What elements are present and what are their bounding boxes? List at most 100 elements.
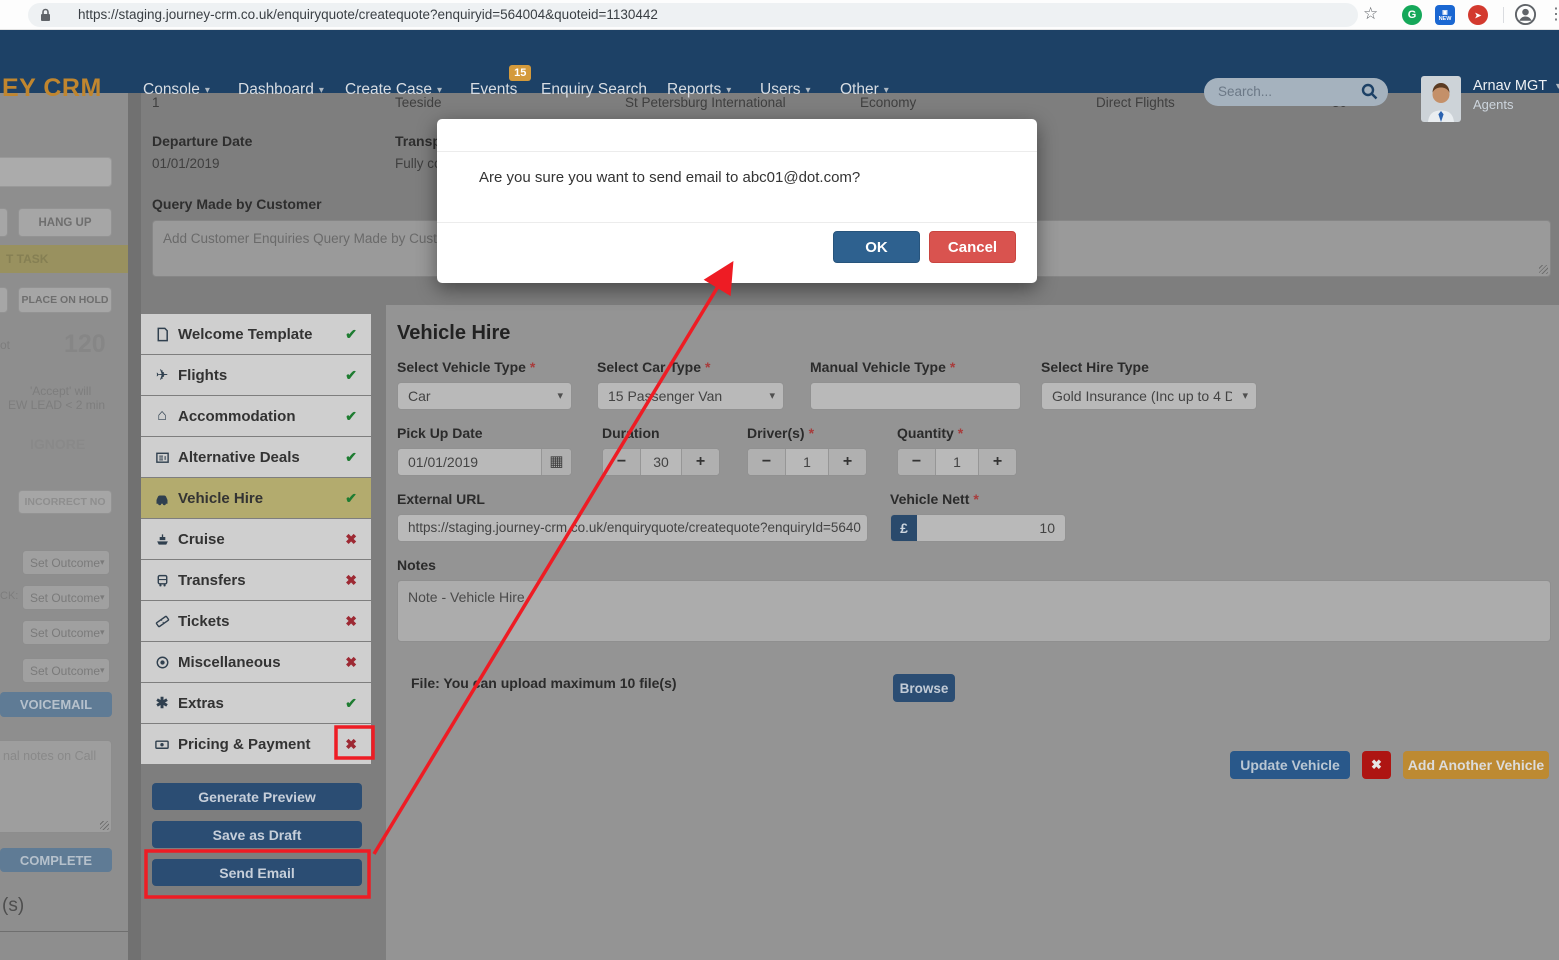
- search-icon[interactable]: [1361, 83, 1378, 100]
- user-avatar[interactable]: [1421, 76, 1461, 122]
- checklist-item-cruise[interactable]: Cruise ✖: [141, 519, 371, 559]
- update-vehicle-button[interactable]: Update Vehicle: [1230, 751, 1350, 779]
- browser-menu-icon[interactable]: ⋮: [1548, 4, 1559, 24]
- call-timer: 120: [64, 330, 106, 358]
- url-text[interactable]: https://staging.journey-crm.co.uk/enquir…: [78, 7, 658, 22]
- add-another-vehicle-button[interactable]: Add Another Vehicle: [1403, 751, 1549, 779]
- nav-item-dashboard[interactable]: Dashboard ▾: [238, 81, 324, 99]
- bookmark-star-icon[interactable]: ☆: [1363, 4, 1378, 24]
- checklist-item-vehicle-hire[interactable]: Vehicle Hire ✔: [141, 478, 371, 518]
- dialog-footer: OK Cancel: [437, 222, 1037, 283]
- pick-up-date-input[interactable]: 01/01/2019 ▦: [397, 448, 572, 476]
- set-outcome-select-4[interactable]: Set Outcome ▾: [22, 658, 110, 683]
- browse-button[interactable]: Browse: [893, 674, 955, 702]
- incorrect-no-button[interactable]: INCORRECT NO: [18, 490, 112, 514]
- duration-value[interactable]: 30: [640, 449, 682, 475]
- hang-up-button[interactable]: HANG UP: [18, 208, 112, 237]
- target-icon: [153, 654, 171, 671]
- grammarly-extension-icon[interactable]: G: [1402, 5, 1422, 25]
- calendar-icon[interactable]: ▦: [541, 449, 571, 475]
- select-car-type-label: Select Car Type *: [597, 359, 711, 375]
- quantity-decrement-button[interactable]: −: [898, 449, 935, 475]
- top-navbar: EY CRM Console ▾ Dashboard ▾ Create Case ▾ Eve…: [0, 30, 1559, 122]
- status-missing-icon: ✖: [345, 735, 357, 752]
- checklist-item-label: Flights: [178, 366, 228, 384]
- new-extension-icon[interactable]: ▣ NEW: [1435, 5, 1455, 25]
- set-outcome-select-3[interactable]: Set Outcome ▾: [22, 620, 110, 645]
- ship-icon: [153, 531, 171, 548]
- ignore-button[interactable]: IGNORE: [30, 436, 85, 452]
- status-done-icon: ✔: [345, 407, 357, 424]
- call-number-box[interactable]: [0, 157, 112, 187]
- select-hire-type-select[interactable]: Gold Insurance (Inc up to 4 Driv ▾: [1041, 382, 1257, 410]
- checklist-item-pricing-payment[interactable]: Pricing & Payment ✖: [141, 724, 371, 764]
- checklist-item-welcome-template[interactable]: Welcome Template ✔: [141, 314, 371, 354]
- ok-button[interactable]: OK: [833, 231, 920, 263]
- select-vehicle-type-select[interactable]: Car ▾: [397, 382, 572, 410]
- status-done-icon: ✔: [345, 694, 357, 711]
- checklist-item-miscellaneous[interactable]: Miscellaneous ✖: [141, 642, 371, 682]
- chrome-divider: [1503, 7, 1504, 23]
- save-as-draft-button[interactable]: Save as Draft: [152, 821, 362, 848]
- quantity-value[interactable]: 1: [935, 449, 979, 475]
- nav-item-other[interactable]: Other ▾: [840, 81, 889, 99]
- quantity-label: Quantity *: [897, 425, 964, 441]
- nav-item-label: Events: [470, 81, 518, 98]
- search-input[interactable]: [1216, 81, 1346, 101]
- status-done-icon: ✔: [345, 448, 357, 465]
- chevron-down-icon: ▾: [100, 665, 105, 675]
- duration-increment-button[interactable]: +: [682, 449, 719, 475]
- manual-vehicle-type-label: Manual Vehicle Type *: [810, 359, 956, 375]
- query-label: Query Made by Customer: [152, 196, 322, 212]
- duration-decrement-button[interactable]: −: [603, 449, 640, 475]
- checklist-item-tickets[interactable]: Tickets ✖: [141, 601, 371, 641]
- app-logo[interactable]: EY CRM: [2, 74, 102, 103]
- nav-item-create-case[interactable]: Create Case ▾: [345, 81, 442, 99]
- user-name[interactable]: Arnav MGT ▾: [1473, 78, 1559, 94]
- nav-item-users[interactable]: Users ▾: [760, 81, 811, 99]
- remove-vehicle-button[interactable]: ✖: [1362, 751, 1391, 779]
- checklist-item-alternative-deals[interactable]: Alternative Deals ✔: [141, 437, 371, 477]
- send-email-button[interactable]: Send Email: [152, 859, 362, 886]
- nav-item-reports[interactable]: Reports ▾: [667, 81, 731, 99]
- drivers-increment-button[interactable]: +: [829, 449, 866, 475]
- external-url-input[interactable]: https://staging.journey-crm.co.uk/enquir…: [397, 514, 868, 542]
- duration-label: Duration: [602, 425, 660, 441]
- nav-item-console[interactable]: Console ▾: [143, 81, 210, 99]
- red-extension-icon[interactable]: ➤: [1468, 5, 1488, 25]
- vehicle-nett-input[interactable]: £10: [890, 514, 1066, 542]
- checklist-item-label: Extras: [178, 694, 224, 712]
- checklist-item-label: Vehicle Hire: [178, 489, 264, 507]
- chevron-down-icon: ▾: [805, 85, 811, 96]
- set-outcome-select-1[interactable]: Set Outcome ▾: [22, 550, 110, 575]
- voicemail-button[interactable]: VOICEMAIL: [0, 692, 112, 717]
- checklist-item-transfers[interactable]: Transfers ✖: [141, 560, 371, 600]
- place-on-hold-button[interactable]: PLACE ON HOLD: [18, 287, 112, 313]
- cancel-button[interactable]: Cancel: [929, 231, 1016, 263]
- complete-button[interactable]: COMPLETE: [0, 848, 112, 872]
- quantity-increment-button[interactable]: +: [979, 449, 1016, 475]
- checklist-item-extras[interactable]: ✱ Extras ✔: [141, 683, 371, 723]
- checklist-item-flights[interactable]: ✈ Flights ✔: [141, 355, 371, 395]
- callback-label: CK:: [0, 590, 19, 602]
- notes-textarea[interactable]: Note - Vehicle Hire: [397, 580, 1551, 642]
- chevron-down-icon: ▾: [100, 592, 105, 602]
- nav-item-enquiry-search[interactable]: Enquiry Search: [541, 81, 647, 99]
- nav-item-events[interactable]: Events 15: [470, 65, 532, 99]
- browser-profile-icon[interactable]: [1514, 3, 1537, 26]
- partial-button[interactable]: [0, 208, 8, 237]
- generate-preview-button[interactable]: Generate Preview: [152, 783, 362, 810]
- dialog-header: [437, 119, 1037, 152]
- browser-chrome: https://staging.journey-crm.co.uk/enquir…: [0, 0, 1559, 30]
- drivers-decrement-button[interactable]: −: [748, 449, 785, 475]
- partial-button[interactable]: [0, 287, 8, 313]
- checklist-item-label: Miscellaneous: [178, 653, 281, 671]
- checklist-item-accommodation[interactable]: ⌂ Accommodation ✔: [141, 396, 371, 436]
- call-notes-textarea[interactable]: nal notes on Call: [0, 740, 112, 833]
- select-car-type-select[interactable]: 15 Passenger Van ▾: [597, 382, 784, 410]
- manual-vehicle-type-input[interactable]: [810, 382, 1021, 410]
- drivers-value[interactable]: 1: [785, 449, 829, 475]
- nav-item-label: Other: [840, 81, 879, 98]
- set-outcome-select-2[interactable]: Set Outcome ▾: [22, 585, 110, 610]
- quantity-stepper: −1 +: [897, 448, 1017, 476]
